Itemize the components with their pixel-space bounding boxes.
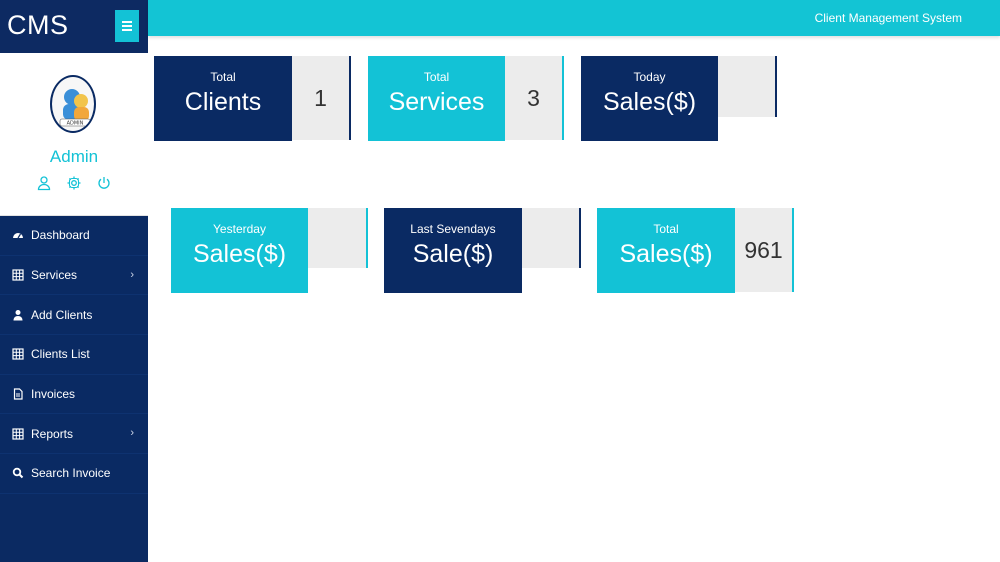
power-icon[interactable] [96, 175, 112, 191]
card-label: Total Services [368, 56, 505, 141]
file-icon [12, 388, 24, 400]
card-caption: Today [633, 70, 666, 84]
sidebar-item-dashboard[interactable]: Dashboard [0, 216, 148, 256]
profile-icon-row [36, 175, 112, 191]
brand-logo-text[interactable]: CMS [7, 10, 69, 41]
card-label: Today Sales($) [581, 56, 718, 141]
card-label: Total Clients [154, 56, 292, 141]
sidebar: CMS ADMIN Admin Dashboard Services › Add… [0, 0, 148, 562]
card-label: Yesterday Sales($) [171, 208, 308, 293]
table-icon [12, 269, 24, 281]
sidebar-item-label: Reports [31, 426, 74, 441]
sidebar-item-search-invoice[interactable]: Search Invoice [0, 454, 148, 494]
app-title: Client Management System [814, 11, 962, 25]
admin-avatar-icon: ADMIN [50, 75, 96, 133]
dashboard-icon [12, 229, 24, 241]
card-caption: Total [210, 70, 236, 84]
card-value: 1 [292, 56, 351, 140]
sidebar-item-reports[interactable]: Reports › [0, 414, 148, 455]
card-label: Total Sales($) [597, 208, 735, 293]
card-title: Sale($) [412, 240, 494, 268]
card-title: Sales($) [602, 88, 697, 116]
card-last-sevendays-sale[interactable]: Last Sevendays Sale($) [384, 208, 581, 293]
card-total-services[interactable]: Total Services 3 [368, 56, 564, 141]
sidebar-item-label: Clients List [31, 347, 90, 362]
gear-icon[interactable] [66, 175, 82, 191]
card-value [308, 208, 368, 268]
admin-name: Admin [49, 147, 99, 166]
user-icon[interactable] [36, 175, 52, 191]
card-value: 961 [735, 208, 794, 292]
table-icon [12, 348, 24, 361]
sidebar-footer [0, 494, 148, 562]
card-value [718, 56, 777, 117]
card-caption: Last Sevendays [410, 222, 496, 236]
hamburger-icon[interactable] [115, 10, 139, 42]
card-caption: Total [423, 70, 450, 84]
user-icon [12, 309, 24, 321]
brand-bar: CMS [0, 0, 148, 53]
sidebar-item-add-clients[interactable]: Add Clients [0, 295, 148, 336]
sidebar-item-label: Services [31, 268, 78, 283]
sidebar-item-label: Dashboard [31, 228, 90, 243]
sidebar-item-invoices[interactable]: Invoices [0, 374, 148, 415]
card-title: Sales($) [619, 240, 713, 268]
card-title: Clients [184, 88, 262, 116]
card-label: Last Sevendays Sale($) [384, 208, 522, 293]
card-value: 3 [505, 56, 564, 140]
top-bar: Client Management System [148, 0, 1000, 36]
sidebar-nav: Dashboard Services › Add Clients Clients… [0, 216, 148, 494]
card-title: Sales($) [192, 240, 287, 268]
card-value [522, 208, 581, 268]
chevron-right-icon: › [130, 268, 134, 281]
svg-text:ADMIN: ADMIN [67, 121, 84, 127]
profile-panel: ADMIN Admin [0, 53, 148, 216]
card-today-sales[interactable]: Today Sales($) [581, 56, 777, 141]
sidebar-item-label: Add Clients [31, 307, 93, 322]
chevron-right-icon: › [130, 427, 134, 440]
sidebar-item-services[interactable]: Services › [0, 255, 148, 296]
card-yesterday-sales[interactable]: Yesterday Sales($) [171, 208, 368, 293]
table-icon [12, 428, 24, 440]
search-icon [12, 467, 24, 479]
card-total-clients[interactable]: Total Clients 1 [154, 56, 351, 141]
sidebar-item-label: Search Invoice [31, 466, 111, 481]
card-caption: Yesterday [213, 222, 266, 236]
sidebar-item-label: Invoices [31, 387, 76, 402]
card-caption: Total [653, 222, 679, 236]
sidebar-item-clients-list[interactable]: Clients List [0, 335, 148, 375]
card-title: Services [388, 88, 485, 116]
card-total-sales[interactable]: Total Sales($) 961 [597, 208, 794, 293]
